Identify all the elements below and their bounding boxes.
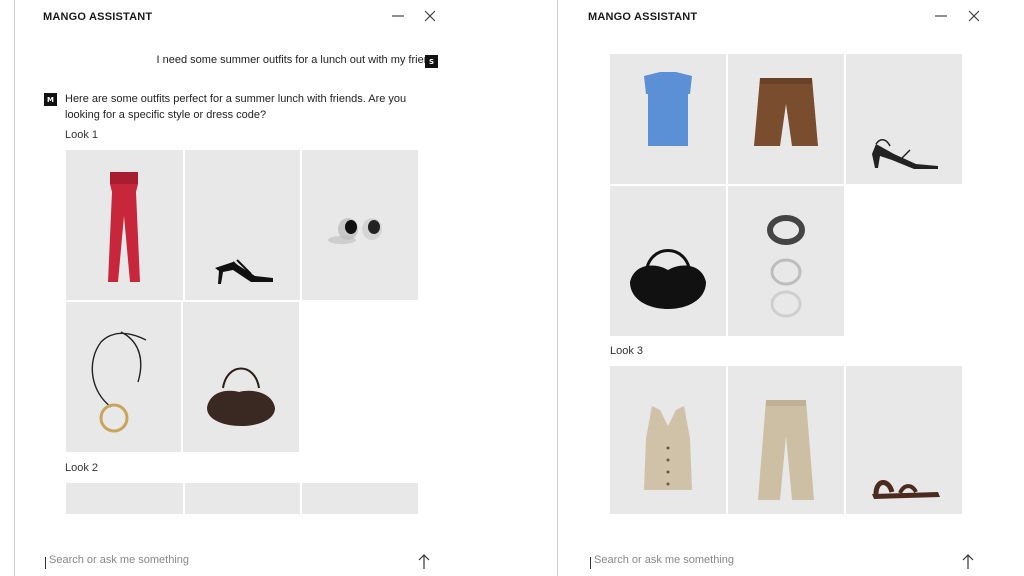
- search-input[interactable]: [594, 554, 914, 566]
- pendant-necklace-image: [91, 331, 147, 433]
- product-tile-look2-1[interactable]: [66, 483, 183, 514]
- black-sandals-image: [872, 139, 938, 169]
- minimize-button[interactable]: [931, 6, 951, 26]
- search-bar: [590, 549, 990, 575]
- minimize-button[interactable]: [388, 6, 408, 26]
- brown-shorts-image: [754, 78, 818, 146]
- user-message: I need some summer outfits for a lunch o…: [156, 54, 439, 66]
- product-tile-pendant-necklace[interactable]: [66, 302, 181, 452]
- silver-earrings-image: [328, 218, 382, 244]
- red-jumpsuit-image: [108, 172, 140, 282]
- assistant-avatar: M: [44, 93, 57, 106]
- search-input[interactable]: [49, 554, 369, 566]
- assistant-panel-right: MANGO ASSISTANT Look 3 Search or ask me …: [560, 0, 1024, 576]
- product-tile-bangle-bracelets[interactable]: [728, 186, 844, 336]
- arrow-up-icon: [418, 554, 430, 569]
- product-tile-look2-2[interactable]: [185, 483, 300, 514]
- product-tile-blue-top[interactable]: [610, 54, 726, 184]
- beige-trousers-image: [758, 400, 814, 500]
- send-button[interactable]: [415, 552, 433, 572]
- product-tile-look2-3[interactable]: [302, 483, 418, 514]
- product-tile-silver-earrings[interactable]: [302, 150, 418, 300]
- assistant-message: Here are some outfits perfect for a summ…: [65, 93, 407, 121]
- product-tile-brown-shorts[interactable]: [728, 54, 844, 184]
- black-heels-image: [215, 259, 273, 284]
- bangle-bracelets-image: [767, 215, 805, 318]
- send-button[interactable]: [959, 552, 977, 572]
- product-tile-black-hobo-bag[interactable]: [610, 186, 726, 336]
- product-tile-brown-flat-sandals[interactable]: [846, 366, 962, 514]
- product-tile-brown-shoulder-bag[interactable]: [183, 302, 299, 452]
- panel-title: MANGO ASSISTANT: [43, 11, 153, 23]
- product-tile-beige-trousers[interactable]: [728, 366, 844, 514]
- look-2-label: Look 2: [65, 462, 99, 474]
- look-3-label: Look 3: [610, 345, 644, 357]
- close-button[interactable]: [420, 6, 440, 26]
- text-caret: [590, 557, 591, 569]
- panel-title: MANGO ASSISTANT: [588, 11, 698, 23]
- product-tile-beige-waistcoat[interactable]: [610, 366, 726, 514]
- arrow-up-icon: [962, 554, 974, 569]
- beige-waistcoat-image: [644, 406, 692, 490]
- minimize-icon: [392, 15, 404, 17]
- minimize-icon: [935, 15, 947, 17]
- black-hobo-bag-image: [630, 249, 706, 309]
- product-tile-red-jumpsuit[interactable]: [66, 150, 183, 300]
- assistant-panel-left: MANGO ASSISTANT I need some summer outfi…: [14, 0, 558, 576]
- brown-shoulder-bag-image: [207, 367, 275, 426]
- close-icon: [424, 10, 436, 22]
- close-button[interactable]: [964, 6, 984, 26]
- blue-top-image: [644, 72, 692, 146]
- brown-flat-sandals-image: [872, 480, 940, 499]
- product-tile-black-sandals[interactable]: [846, 54, 962, 184]
- product-tile-black-heels[interactable]: [185, 150, 300, 300]
- look-1-label: Look 1: [65, 129, 99, 141]
- close-icon: [968, 10, 980, 22]
- search-bar: [45, 549, 435, 575]
- user-avatar: S: [425, 55, 438, 68]
- text-caret: [45, 557, 46, 569]
